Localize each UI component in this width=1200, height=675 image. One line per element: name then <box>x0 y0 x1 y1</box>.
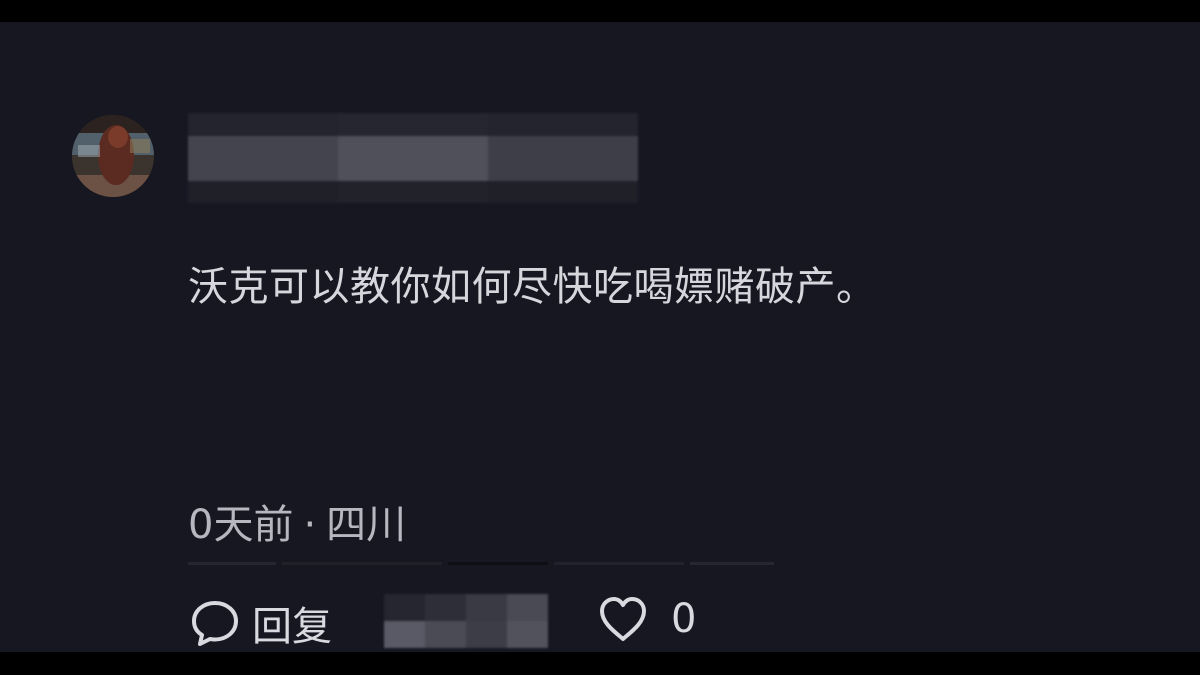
avatar-image <box>72 115 154 197</box>
reply-button[interactable]: 回复 <box>190 594 332 652</box>
speech-bubble-icon <box>192 601 238 646</box>
reply-label: 回复 <box>252 604 332 650</box>
divider <box>188 562 774 568</box>
avatar[interactable] <box>72 115 154 197</box>
comment-location: 四川 <box>326 502 407 548</box>
comment-meta: 0天前 · 四川 <box>188 492 406 550</box>
comment-time: 0天前 <box>188 502 294 548</box>
like-button[interactable]: 0 <box>597 594 696 644</box>
heart-icon <box>600 597 646 641</box>
username-redacted <box>188 113 638 203</box>
comment-card: 沃克可以教你如何尽快吃喝嫖赌破产。 0天前 · 四川 回复 0 <box>0 22 1200 652</box>
comment-actions: 回复 0 <box>0 582 1200 652</box>
redacted-action <box>384 594 548 648</box>
meta-separator: · <box>303 502 317 548</box>
comment-text: 沃克可以教你如何尽快吃喝嫖赌破产。 <box>188 264 877 310</box>
like-count: 0 <box>671 596 697 642</box>
